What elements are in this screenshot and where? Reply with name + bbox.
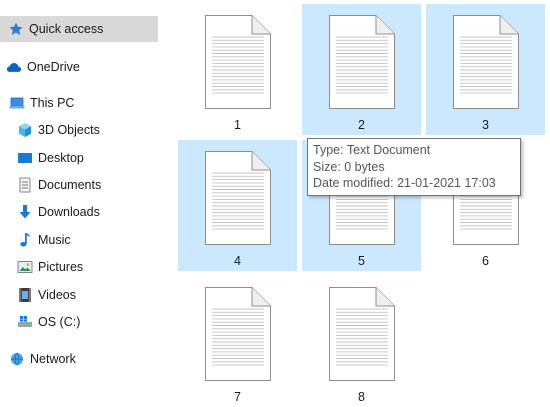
file-item[interactable]: 8 (302, 276, 421, 407)
nav-3d-objects[interactable]: 3D Objects (17, 117, 100, 143)
navigation-pane: Quick access OneDrive This PC 3D Objects… (0, 0, 158, 407)
nav-label: OS (C:) (38, 315, 81, 329)
tooltip-size: Size: 0 bytes (313, 159, 385, 174)
nav-videos[interactable]: Videos (17, 282, 76, 308)
file-item[interactable]: 4 (178, 140, 297, 271)
download-icon (17, 204, 33, 220)
tooltip-type: Type: Text Document (313, 143, 431, 157)
nav-pictures[interactable]: Pictures (17, 254, 83, 280)
text-document-icon (205, 15, 271, 109)
file-name: 7 (234, 390, 241, 404)
nav-label: Quick access (29, 22, 104, 36)
text-document-icon (205, 151, 271, 245)
text-document-icon (453, 15, 519, 109)
nav-onedrive[interactable]: OneDrive (6, 54, 80, 80)
file-name: 1 (234, 118, 241, 132)
file-name: 4 (234, 254, 241, 268)
file-name: 6 (482, 254, 489, 268)
file-item[interactable]: 2 (302, 4, 421, 135)
nav-os-drive[interactable]: OS (C:) (17, 309, 80, 335)
nav-label: Videos (38, 288, 76, 302)
documents-icon (17, 177, 33, 193)
text-document-icon (329, 287, 395, 381)
file-info-tooltip: Type: Text Document Size: 0 bytes Date m… (307, 138, 521, 196)
file-name: 8 (358, 390, 365, 404)
nav-label: Downloads (38, 205, 100, 219)
drive-icon (17, 314, 33, 330)
nav-label: 3D Objects (38, 123, 100, 137)
nav-documents[interactable]: Documents (17, 172, 101, 198)
cloud-icon (6, 59, 22, 75)
pc-icon (9, 95, 25, 111)
file-item[interactable]: 3 (426, 4, 545, 135)
nav-label: This PC (30, 96, 75, 110)
pictures-icon (17, 259, 33, 275)
file-name: 2 (358, 118, 365, 132)
videos-icon (17, 287, 33, 303)
nav-network[interactable]: Network (9, 346, 76, 372)
nav-label: Desktop (38, 151, 84, 165)
file-item[interactable]: 1 (178, 4, 297, 135)
nav-quick-access[interactable]: Quick access (0, 16, 158, 42)
file-name: 5 (358, 254, 365, 268)
nav-downloads[interactable]: Downloads (17, 199, 100, 225)
nav-this-pc[interactable]: This PC (9, 90, 74, 116)
file-view: 1 2 3 4 5 6 7 8 (162, 0, 550, 407)
file-item[interactable]: 7 (178, 276, 297, 407)
nav-label: Music (38, 233, 71, 247)
nav-label: Network (30, 352, 76, 366)
nav-desktop[interactable]: Desktop (17, 145, 84, 171)
tooltip-date-modified: Date modified: 21-01-2021 17:03 (313, 176, 496, 190)
nav-music[interactable]: Music (17, 227, 71, 253)
star-icon (8, 21, 24, 37)
nav-label: Pictures (38, 260, 84, 274)
file-name: 3 (482, 118, 489, 132)
text-document-icon (329, 15, 395, 109)
cube-icon (17, 122, 33, 138)
text-document-icon (205, 287, 271, 381)
nav-label: OneDrive (27, 60, 80, 74)
music-icon (17, 232, 33, 248)
network-icon (9, 351, 25, 367)
desktop-icon (17, 150, 33, 166)
nav-label: Documents (38, 178, 102, 192)
